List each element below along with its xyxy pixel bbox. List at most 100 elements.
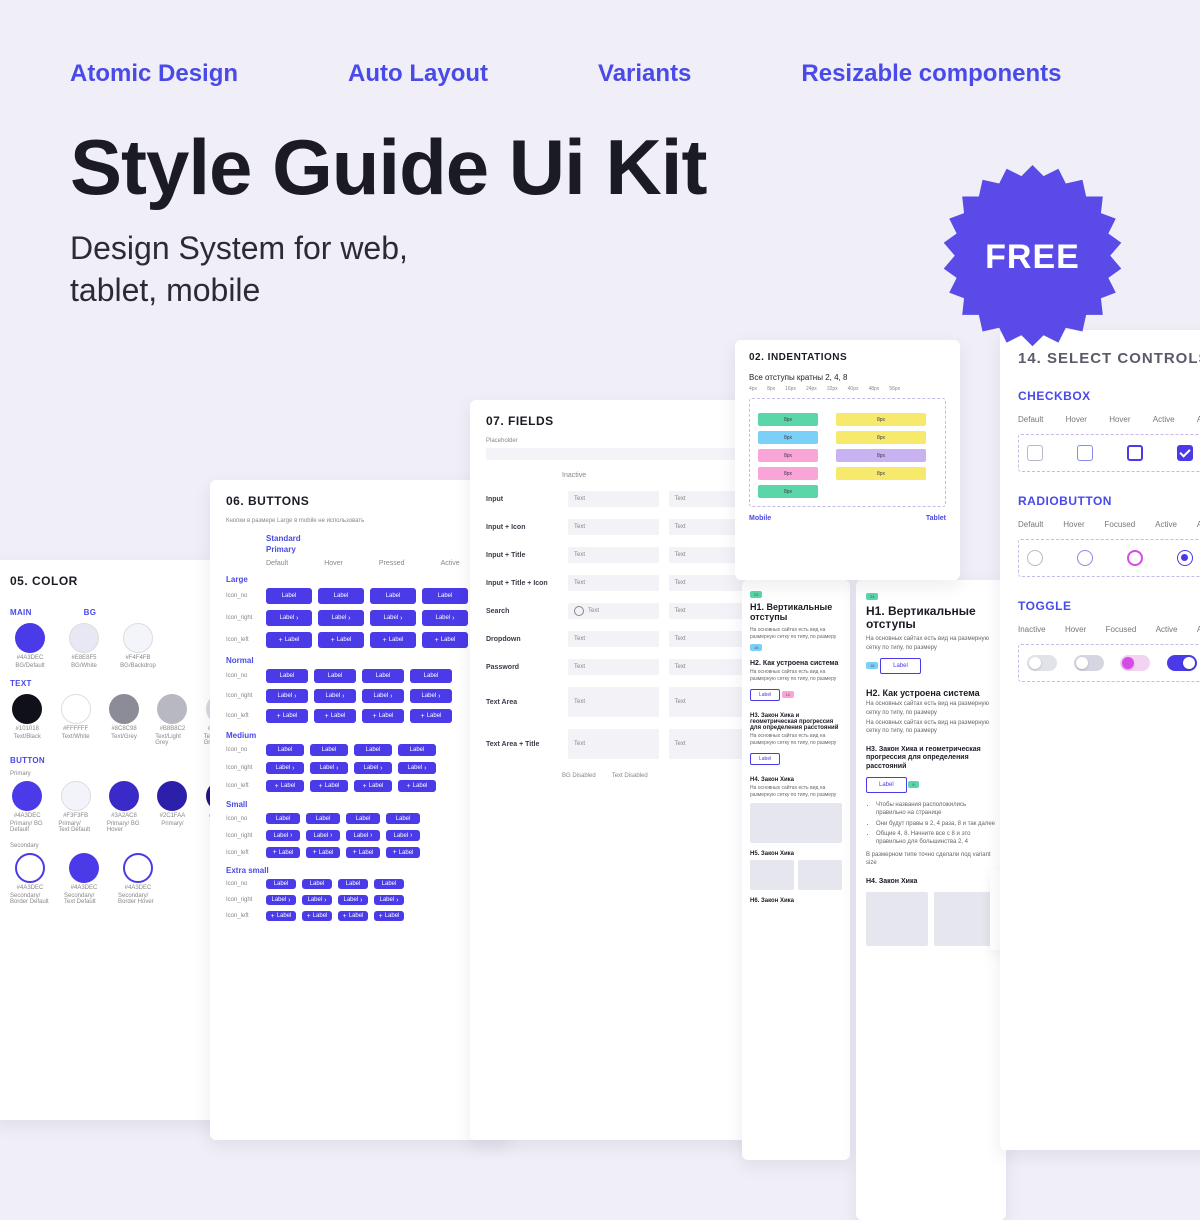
button-chip[interactable]: Label › bbox=[310, 762, 348, 774]
button-chip[interactable]: + Label bbox=[386, 847, 420, 858]
button-chip[interactable]: Label › bbox=[318, 610, 364, 626]
button-chip[interactable]: + Label bbox=[266, 709, 308, 723]
button-chip[interactable]: Label bbox=[266, 588, 312, 604]
field-row: Text Area + TitleTextText bbox=[486, 729, 759, 759]
button-chip[interactable]: Label bbox=[422, 588, 468, 604]
art-button[interactable]: Label bbox=[880, 658, 921, 674]
art-h5: H5. Закон Хика bbox=[750, 851, 842, 857]
field-input[interactable]: Text bbox=[568, 547, 659, 563]
field-input[interactable]: Text bbox=[568, 729, 659, 759]
button-chip[interactable]: Label bbox=[410, 669, 452, 683]
button-chip[interactable]: Label bbox=[386, 813, 420, 824]
button-chip[interactable]: Label › bbox=[398, 762, 436, 774]
field-input[interactable]: Text bbox=[568, 575, 659, 591]
button-chip[interactable]: + Label bbox=[266, 847, 300, 858]
checkbox-active[interactable] bbox=[1177, 445, 1193, 461]
button-chip[interactable]: + Label bbox=[266, 632, 312, 648]
button-chip[interactable]: Label › bbox=[370, 610, 416, 626]
button-chip[interactable]: Label bbox=[314, 669, 356, 683]
button-chip[interactable]: Label › bbox=[266, 762, 304, 774]
button-chip[interactable]: Label › bbox=[338, 895, 368, 905]
button-chip[interactable]: Label › bbox=[386, 830, 420, 841]
swatch: #F3F3FBPrimary/ Text Default bbox=[58, 781, 92, 833]
button-chip[interactable]: + Label bbox=[338, 911, 368, 921]
button-chip[interactable]: Label bbox=[310, 744, 348, 756]
field-input[interactable]: Text bbox=[568, 603, 659, 619]
checkbox-default[interactable] bbox=[1027, 445, 1043, 461]
button-row-label: Icon_no bbox=[226, 593, 260, 599]
button-chip[interactable]: + Label bbox=[370, 632, 416, 648]
button-chip[interactable]: Label › bbox=[422, 610, 468, 626]
button-row: Icon_rightLabel ›Label ›Label ›Label › bbox=[226, 762, 494, 774]
indent-bar: 8px bbox=[758, 485, 818, 498]
field-input[interactable]: Text bbox=[568, 631, 659, 647]
toggle-inactive[interactable] bbox=[1027, 655, 1057, 671]
spacing-tag: 24 bbox=[750, 591, 762, 598]
button-chip[interactable]: + Label bbox=[266, 780, 304, 792]
button-chip[interactable]: + Label bbox=[318, 632, 364, 648]
checkbox-focused[interactable] bbox=[1127, 445, 1143, 461]
button-chip[interactable]: + Label bbox=[310, 780, 348, 792]
button-chip[interactable]: + Label bbox=[306, 847, 340, 858]
toggle-focused[interactable] bbox=[1120, 655, 1150, 671]
free-badge-text: FREE bbox=[985, 238, 1080, 277]
button-chip[interactable]: Label bbox=[266, 744, 304, 756]
button-chip[interactable]: + Label bbox=[354, 780, 392, 792]
button-chip[interactable]: Label › bbox=[302, 895, 332, 905]
button-chip[interactable]: Label bbox=[266, 879, 296, 889]
section-button: BUTTON bbox=[10, 756, 238, 765]
field-input[interactable]: Text bbox=[568, 659, 659, 675]
button-chip[interactable]: Label bbox=[318, 588, 364, 604]
button-chip[interactable]: Label › bbox=[266, 689, 308, 703]
button-chip[interactable]: Label › bbox=[374, 895, 404, 905]
button-chip[interactable]: Label › bbox=[266, 610, 312, 626]
button-chip[interactable]: + Label bbox=[266, 911, 296, 921]
button-chip[interactable]: + Label bbox=[422, 632, 468, 648]
button-chip[interactable]: Label bbox=[338, 879, 368, 889]
button-chip[interactable]: Label bbox=[266, 669, 308, 683]
button-chip[interactable]: + Label bbox=[314, 709, 356, 723]
button-chip[interactable]: + Label bbox=[346, 847, 380, 858]
button-chip[interactable]: Label bbox=[354, 744, 392, 756]
art-button[interactable]: Label bbox=[750, 689, 780, 701]
button-chip[interactable]: Label bbox=[362, 669, 404, 683]
radio-hover[interactable] bbox=[1077, 550, 1093, 566]
button-chip[interactable]: Label › bbox=[346, 830, 380, 841]
button-chip[interactable]: Label › bbox=[314, 689, 356, 703]
button-chip[interactable]: Label › bbox=[266, 830, 300, 841]
button-chip[interactable]: Label bbox=[306, 813, 340, 824]
toggle-active[interactable] bbox=[1167, 655, 1197, 671]
field-row-label: Input + Title bbox=[486, 552, 558, 559]
button-chip[interactable]: Label bbox=[302, 879, 332, 889]
button-chip[interactable]: Label bbox=[266, 813, 300, 824]
field-input[interactable]: Text bbox=[568, 491, 659, 507]
toggle-hover[interactable] bbox=[1074, 655, 1104, 671]
art-paragraph: На основных сайтах есть вид на размерную… bbox=[750, 627, 842, 641]
button-chip[interactable]: + Label bbox=[398, 780, 436, 792]
button-chip[interactable]: Label › bbox=[306, 830, 340, 841]
button-chip[interactable]: + Label bbox=[374, 911, 404, 921]
button-row-label: Icon_right bbox=[226, 833, 260, 839]
button-chip[interactable]: Label › bbox=[266, 895, 296, 905]
art-h4: H4. Закон Хика bbox=[866, 878, 996, 886]
button-chip[interactable]: + Label bbox=[410, 709, 452, 723]
button-row: Icon_left+ Label+ Label+ Label+ Label bbox=[226, 709, 494, 723]
radio-focused[interactable] bbox=[1127, 550, 1143, 566]
button-chip[interactable]: Label › bbox=[410, 689, 452, 703]
radio-default[interactable] bbox=[1027, 550, 1043, 566]
art-button[interactable]: Label bbox=[866, 777, 907, 793]
button-row: Icon_no Label Label Label Label bbox=[226, 588, 494, 604]
button-chip[interactable]: Label › bbox=[362, 689, 404, 703]
button-chip[interactable]: Label › bbox=[354, 762, 392, 774]
field-input[interactable]: Text bbox=[568, 519, 659, 535]
button-chip[interactable]: Label bbox=[374, 879, 404, 889]
field-input[interactable]: Text bbox=[568, 687, 659, 717]
button-chip[interactable]: Label bbox=[370, 588, 416, 604]
button-chip[interactable]: + Label bbox=[302, 911, 332, 921]
checkbox-hover[interactable] bbox=[1077, 445, 1093, 461]
button-chip[interactable]: Label bbox=[346, 813, 380, 824]
button-chip[interactable]: Label bbox=[398, 744, 436, 756]
button-chip[interactable]: + Label bbox=[362, 709, 404, 723]
radio-active[interactable] bbox=[1177, 550, 1193, 566]
art-button[interactable]: Label bbox=[750, 753, 780, 765]
